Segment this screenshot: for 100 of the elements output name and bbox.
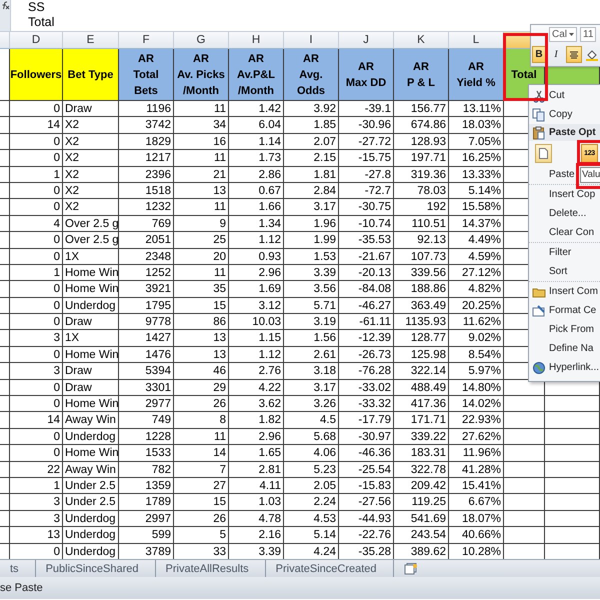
table-cell: Home Win [63,445,119,462]
table-cell: 1427 [119,330,174,347]
table-cell: 13 [174,182,229,200]
table-cell: 1789 [119,494,174,511]
table-cell: 9 [174,216,229,232]
table-cell: -21.67 [339,248,394,265]
table-cell: Over 2.5 g [63,232,119,249]
menu-item[interactable]: Hyperlink... [529,358,600,377]
table-cell: 5.14% [449,182,504,200]
table-cell: 1 [10,264,63,282]
table-cell: 322.78 [394,462,449,478]
clipboard-icon [532,126,546,140]
table-cell [0,510,10,528]
table-cell: 128.77 [394,330,449,347]
table-cell: 1.53 [284,248,339,265]
table-cell: Draw [63,363,119,380]
table-cell: 1518 [119,182,174,200]
table-cell: 4.53 [284,510,339,528]
table-cell: -12.39 [339,330,394,347]
table-cell: 4.5 [284,412,339,429]
column-header[interactable]: F [119,32,174,49]
table-cell: 110.51 [394,216,449,232]
column-header[interactable]: D [10,32,63,49]
table-cell [545,527,600,544]
paste-option[interactable] [535,144,552,162]
header-cell: Followers [10,49,63,101]
table-cell: 8 [174,412,229,429]
table-cell: Under 2.5 [63,494,119,511]
table-cell [504,445,545,462]
table-cell [0,264,10,282]
table-cell: -44.93 [339,510,394,528]
column-header[interactable]: K [394,32,449,49]
highlight-frame [503,33,548,101]
table-cell: -84.08 [339,281,394,298]
table-cell [0,182,10,200]
font-name-field[interactable]: Cal [549,27,578,42]
table-cell: 41.28% [449,462,504,478]
menu-item[interactable]: Define Na [529,339,600,358]
table-cell: Underdog [63,428,119,446]
font-size-field[interactable]: 11 [580,27,596,42]
table-cell: 119.25 [394,494,449,511]
table-cell [504,462,545,478]
table-cell: 1135.93 [394,314,449,330]
table-cell: 0 [10,428,63,446]
menu-item[interactable]: Copy [529,105,600,124]
table-cell: 5.23 [284,462,339,478]
table-cell: 339.22 [394,428,449,446]
table-cell: 4.49% [449,232,504,249]
menu-item[interactable]: Pick From [529,320,600,339]
menu-item[interactable]: Clear Con [529,223,600,243]
menu-item[interactable]: Delete... [529,204,600,223]
paint-bucket-icon [586,48,598,60]
table-cell: -72.7 [339,182,394,200]
table-cell: 2396 [119,166,174,183]
table-cell: 46 [174,363,229,380]
table-cell: 1 [10,478,63,494]
center-align-button[interactable] [566,46,582,63]
column-header[interactable]: E [63,32,119,49]
table-cell: 3.17 [284,380,339,396]
table-cell [0,216,10,232]
table-cell: 13 [174,330,229,347]
table-cell: 1217 [119,150,174,167]
column-header[interactable]: L [449,32,504,49]
table-cell: 363.49 [394,298,449,314]
globe-icon [532,360,546,374]
format-cells-icon [532,304,546,318]
table-cell: 319.36 [394,166,449,183]
column-header[interactable]: I [284,32,339,49]
table-cell: X2 [63,199,119,216]
table-cell: 20.25% [449,298,504,314]
menu-item[interactable]: Sort [529,262,600,282]
table-cell: -27.72 [339,134,394,150]
table-cell: 1359 [119,478,174,494]
table-cell: -35.53 [339,232,394,249]
menu-item[interactable]: Insert Cop [529,185,600,204]
table-cell: 3921 [119,281,174,298]
table-cell [0,248,10,265]
column-header[interactable]: H [229,32,284,49]
table-cell: 13.11% [449,101,504,118]
bold-button[interactable]: B [532,46,546,63]
table-cell: 11.96% [449,445,504,462]
menu-item[interactable]: Format Ce [529,301,600,320]
menu-item[interactable]: Insert Com [529,282,600,301]
new-sheet-icon[interactable] [404,562,418,574]
table-cell: 11 [174,428,229,446]
italic-button[interactable]: I [549,46,563,63]
table-cell: 674.86 [394,117,449,134]
table-cell: 26 [174,510,229,528]
status-text: se Paste [0,582,43,594]
table-cell: Away Win [63,462,119,478]
table-cell: 2.16 [229,527,284,544]
column-header[interactable]: G [174,32,229,49]
table-cell [0,527,10,544]
formula-text: Total [28,15,54,30]
table-cell: 13 [10,527,63,544]
column-header[interactable]: J [339,32,394,49]
table-cell: 0 [10,346,63,364]
menu-item[interactable]: Filter [529,243,600,262]
table-cell: 1228 [119,428,174,446]
table-cell: 3.17 [284,199,339,216]
